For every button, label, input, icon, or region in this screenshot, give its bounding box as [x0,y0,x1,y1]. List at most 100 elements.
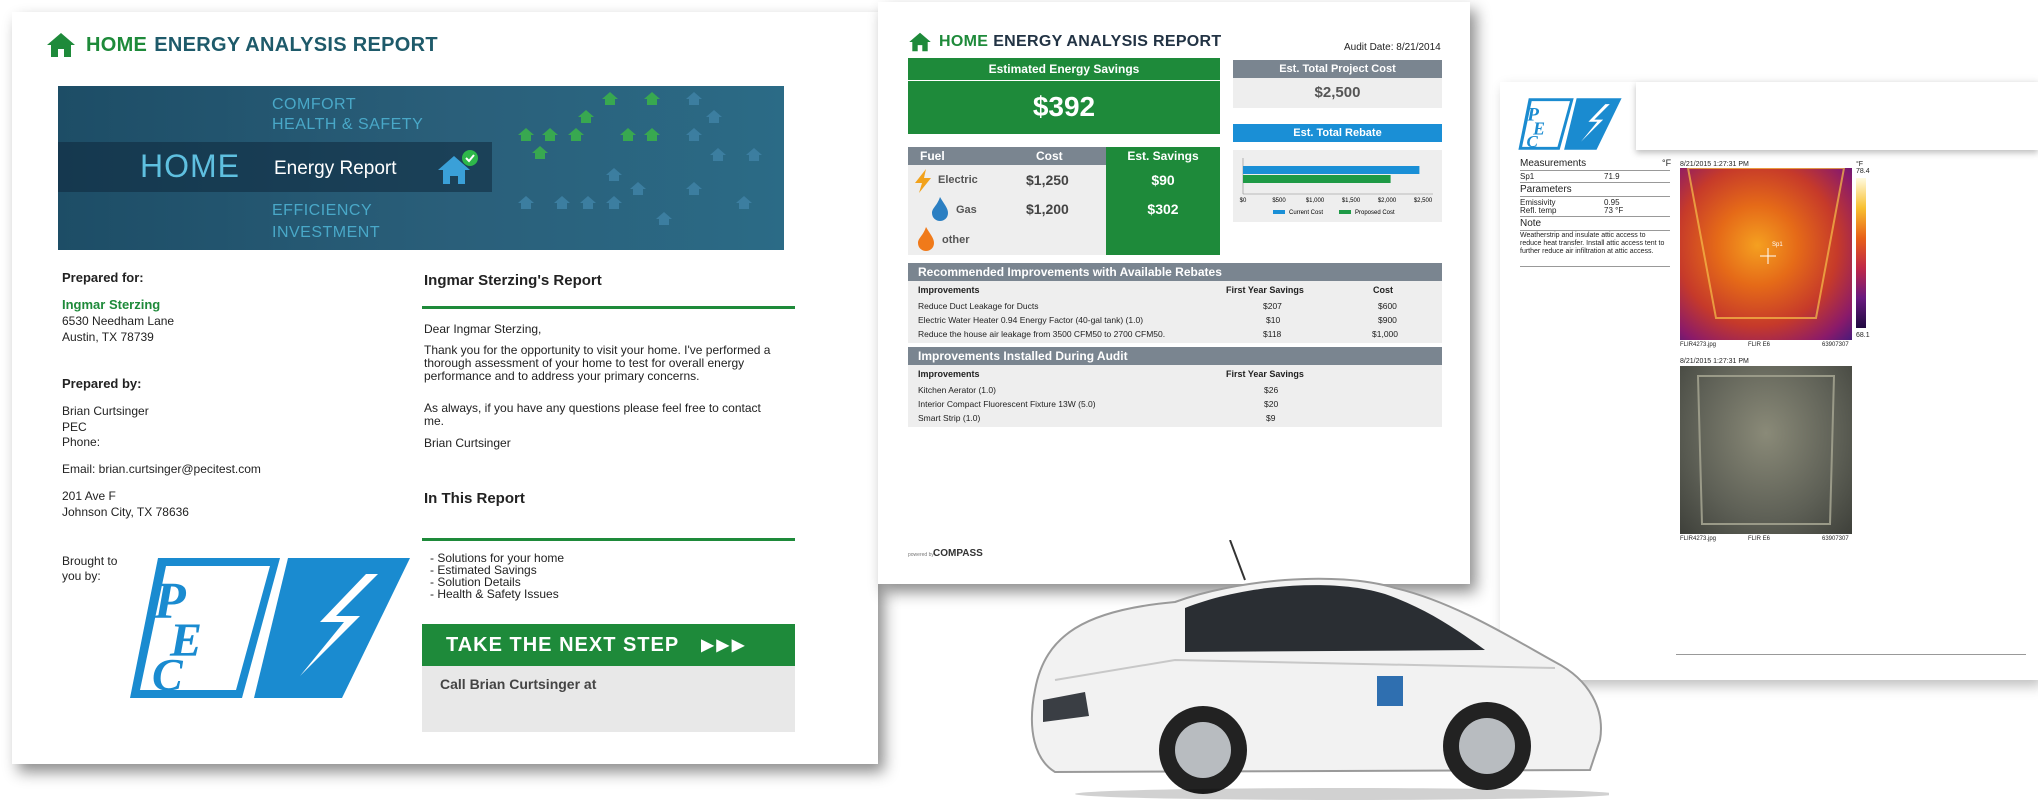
svg-text:C: C [152,649,184,700]
brand-title: ENERGY ANALYSIS REPORT [993,33,1222,50]
legend-current: Current Cost [1289,210,1323,216]
table-rule [1520,196,1670,197]
car-shadow [1075,788,1609,800]
rebate-row-savings: $207 [1263,301,1282,311]
rebate-row-item: Reduce Duct Leakage for Ducts [918,301,1039,311]
car-door-logo [1377,676,1403,706]
prepared-by-label: Prepared by: [62,376,142,391]
client-address-line2: Austin, TX 78739 [62,330,154,344]
visual-photo [1680,366,1852,534]
table-rule [1520,170,1670,171]
email-text: Email: brian.curtsinger@pecitest.com [62,462,261,476]
unit-label: °F [1662,158,1672,168]
ir-timestamp: 8/21/2015 1:27:31 PM [1680,161,1749,168]
parameters-label: Parameters [1520,184,1572,195]
installed-row-item: Kitchen Aerator (1.0) [918,385,996,395]
house-check-icon [438,150,478,184]
legend-current-swatch [1273,210,1285,214]
brand-home: HOME [86,33,148,56]
phone-label: Phone: [62,435,101,449]
table-rule [1520,216,1670,217]
savings-gas: $302 [1147,201,1179,217]
brought-to-you-label: Brought to you by: [62,554,118,583]
savings-label: Estimated Energy Savings [988,62,1140,76]
thermal-image: Sp1 [1680,168,1852,340]
installed-title: Improvements Installed During Audit [908,347,1442,365]
powered-by: powered by [908,552,934,558]
rear-rim [1175,722,1231,778]
pec-logo: P E C [130,558,410,700]
client-address-line1: 6530 Needham Lane [62,314,175,328]
footer-rule [1676,654,2026,655]
installed-table: Improvements First Year Savings Kitchen … [908,365,1442,427]
savings-electric: $90 [1151,172,1175,188]
photo-serial: 63907307 [1822,536,1849,542]
arrows-icon: ▶▶▶ [701,637,748,654]
svg-text:C: C [1527,132,1539,151]
rebate-row-item: Electric Water Heater 0.94 Energy Factor… [918,315,1144,325]
reftemp-label: Refl. temp [1520,206,1557,215]
installed-savings-header: First Year Savings [1226,369,1304,379]
ir-camera: FLIR E6 [1748,342,1771,348]
flame-icon [932,197,948,221]
audit-date: Audit Date: 8/21/2014 [1344,42,1441,53]
axis-tick-label: $1,000 [1306,198,1325,204]
project-cost-value: $2,500 [1233,78,1442,108]
axis-tick-label: $2,000 [1378,198,1397,204]
cost-electric: $1,250 [1026,172,1069,188]
rebate-row-cost: $600 [1378,301,1397,311]
prepared-for-label: Prepared for: [62,270,144,285]
banner-efficiency: EFFICIENCY [272,202,373,219]
savings-value: $392 [908,80,1220,123]
axis-tick-label: $500 [1272,198,1286,204]
letter-greeting: Dear Ingmar Sterzing, [424,322,542,336]
scale-unit: °F [1856,161,1864,168]
legend-proposed: Proposed Cost [1355,210,1395,216]
sp1-label: Sp1 [1520,172,1535,181]
axis-tick-label: $2,500 [1414,198,1433,204]
cost-comparison-chart: $0 $500 $1,000 $1,500 $2,000 $2,500 Current C… [1233,150,1442,222]
next-step-banner: TAKE THE NEXT STEP ▶▶▶ [422,624,795,666]
scale-max: 78.4 [1856,168,1870,175]
lightning-icon [915,169,931,193]
green-divider [422,306,795,309]
fuel-electric: Electric [938,174,978,186]
rebate-label: Est. Total Rebate [1233,124,1442,142]
fuel-header: Fuel [920,149,945,163]
fuel-gas: Gas [956,204,977,216]
sp1-marker: Sp1 [1772,242,1783,248]
installed-row-item: Interior Compact Fluorescent Fixture 13W… [918,399,1096,409]
table-rule [1520,182,1670,183]
cost-header: Cost [1036,149,1063,163]
client-name: Ingmar Sterzing [62,297,161,312]
project-cost-label: Est. Total Project Cost [1233,60,1442,78]
car-antenna [1229,540,1246,581]
fuel-other: other [942,234,970,246]
banner-investment: INVESTMENT [272,224,381,241]
installed-row-item: Smart Strip (1.0) [918,413,981,423]
banner-energy-report: Energy Report [274,158,397,179]
cost-gas: $1,200 [1026,201,1069,217]
house-pattern-graphic [518,92,762,225]
attic-hatch-outline [1686,168,1846,319]
org-address-line1: 201 Ave F [62,489,116,503]
brand-title: ENERGY ANALYSIS REPORT [154,33,438,56]
letter-signature: Brian Curtsinger [424,436,511,450]
brand-home: HOME [939,33,989,50]
rebates-savings-header: First Year Savings [1226,285,1304,295]
home-icon [47,33,75,57]
fire-icon [918,227,934,251]
home-icon [909,32,931,52]
report-cover-page: HOME ENERGY ANALYSIS REPORT COMFORT HEAL… [12,12,878,764]
banner-home: HOME [140,148,240,184]
note-label: Note [1520,218,1542,229]
legend-proposed-swatch [1339,210,1351,214]
banner-health: HEALTH & SAFETY [272,116,424,133]
installed-row-savings: $9 [1266,413,1276,423]
reftemp-value: 73 °F [1604,206,1624,215]
report-brand: HOME ENERGY ANALYSIS REPORT [908,32,1221,52]
call-box: Call Brian Curtsinger at [422,666,795,732]
next-step-label: TAKE THE NEXT STEP [446,633,680,656]
in-report-item: - Health & Safety Issues [430,587,559,601]
rebate-row-savings: $10 [1266,315,1281,325]
